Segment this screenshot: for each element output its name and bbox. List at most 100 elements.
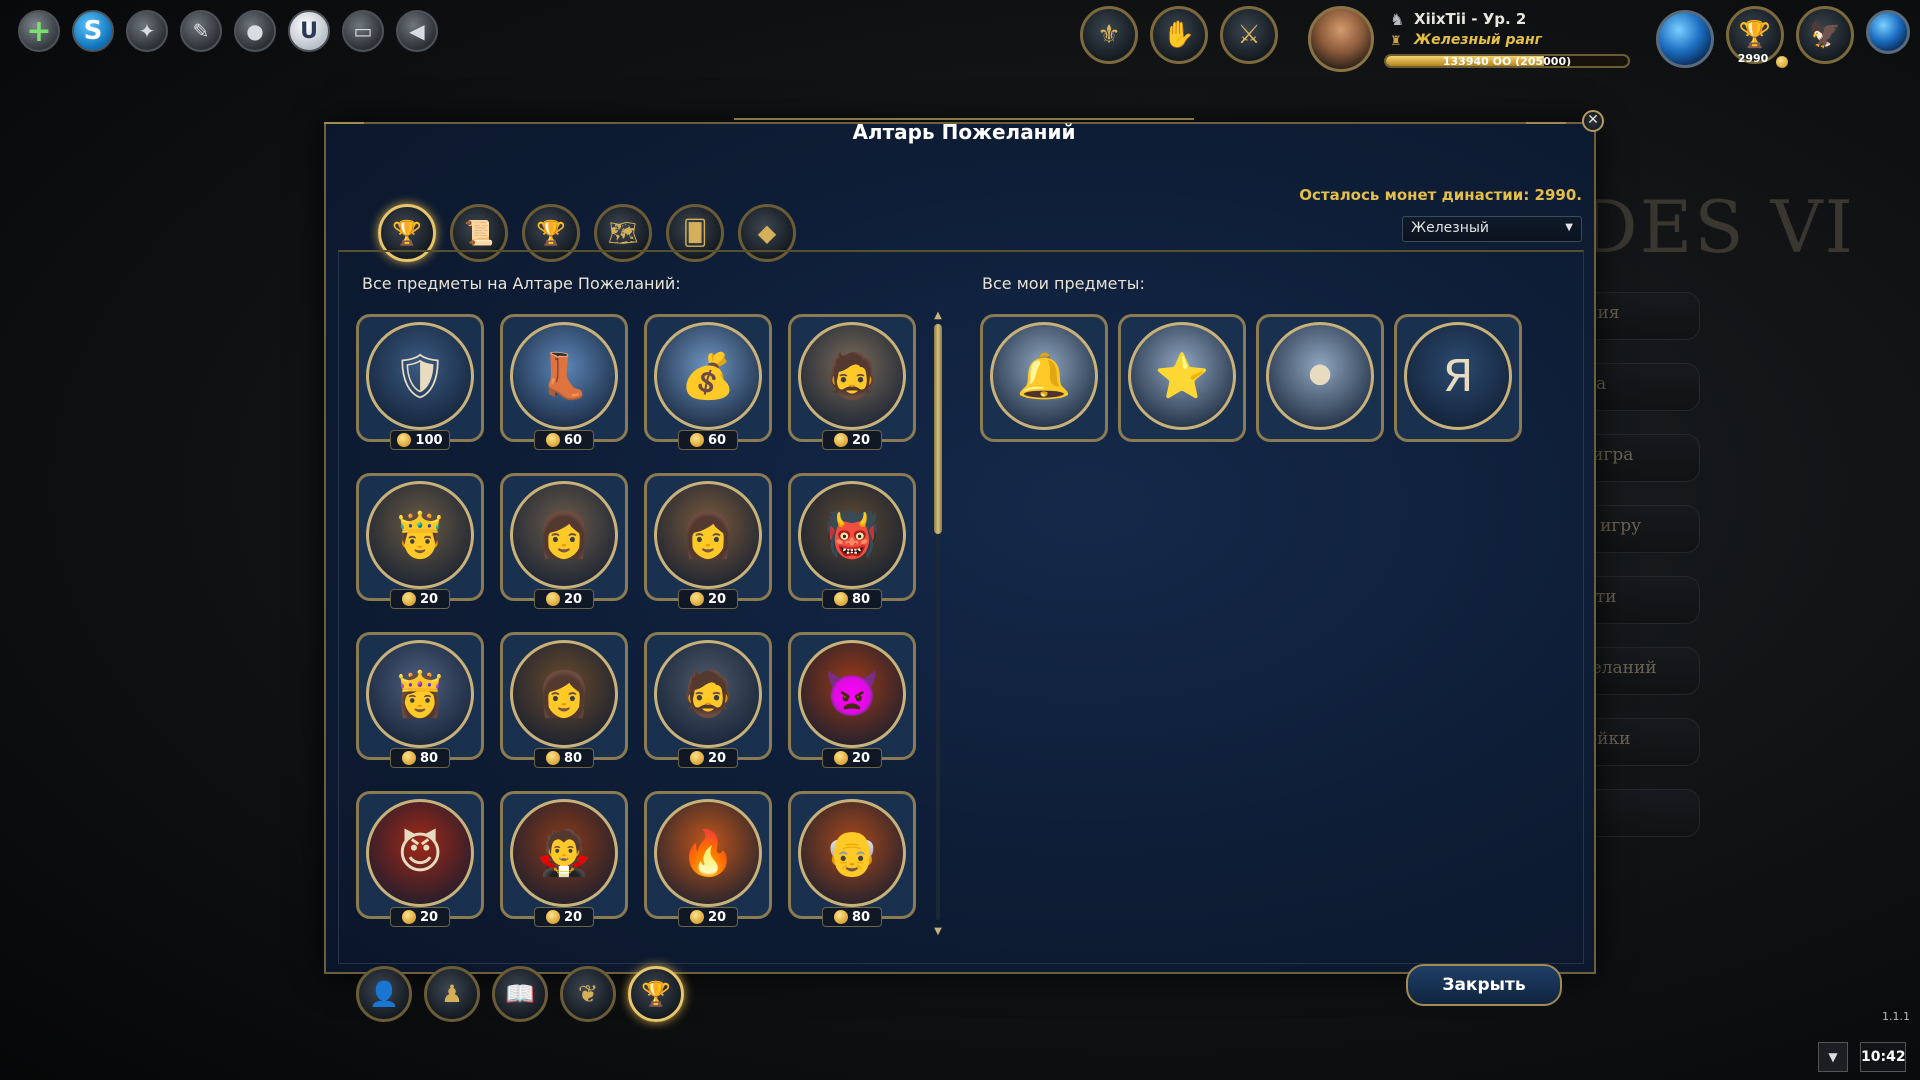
book-icon[interactable]: 📖 <box>492 966 548 1022</box>
hero-demon-horned-icon: 👿 <box>798 640 906 748</box>
item-price-value: 20 <box>851 432 871 448</box>
hero-blond-knight-icon: 🤴 <box>366 481 474 589</box>
scroll-down-icon[interactable]: ▼ <box>932 926 944 938</box>
item-price-value: 100 <box>415 432 443 448</box>
coin-icon <box>401 910 416 924</box>
dialog-close-icon[interactable]: ✕ <box>1582 110 1604 132</box>
item-price-value: 60 <box>707 432 727 448</box>
coin-icon <box>401 592 416 606</box>
hero-bald-elder[interactable]: 👴 80 <box>788 791 916 927</box>
item-price: 20 <box>534 907 594 927</box>
pen-icon[interactable]: ✎ <box>180 10 222 52</box>
top-left-toolbar: + S ✦ ✎ ● U ▭ ◀ <box>18 10 438 52</box>
coin-icon <box>545 751 560 765</box>
clock: 10:42 <box>1860 1042 1906 1072</box>
chevron-down-icon[interactable]: ▼ <box>1818 1042 1848 1072</box>
notes-icon[interactable]: ▭ <box>342 10 384 52</box>
crozier-star-item[interactable]: ⭐ <box>1118 314 1246 442</box>
hero-orc-warrior-icon: 👹 <box>798 481 906 589</box>
rank-filter-dropdown[interactable]: Железный ▼ <box>1402 216 1582 242</box>
hero-orc-warrior[interactable]: 👹 80 <box>788 473 916 609</box>
item-price: 20 <box>822 430 882 450</box>
hero-hooded-priestess[interactable]: 👸 80 <box>356 632 484 768</box>
item-price-value: 20 <box>419 909 439 925</box>
hero-ranger-woman-icon: 👩 <box>654 481 762 589</box>
item-price: 20 <box>534 589 594 609</box>
hero-bald-elder-icon: 👴 <box>798 799 906 907</box>
army-icon[interactable]: ♟ <box>424 966 480 1022</box>
battle-icon[interactable]: ⚔ <box>1220 6 1278 64</box>
player-rank: Железный ранг <box>1414 32 1542 48</box>
coin-icon <box>1776 56 1788 68</box>
coin-icon <box>833 433 848 447</box>
griffin-download-icon[interactable]: 🦅 <box>1796 6 1854 64</box>
hero-dark-warrior[interactable]: 🧛 20 <box>500 791 628 927</box>
hero-succubus[interactable]: 😈 20 <box>356 791 484 927</box>
altar-of-wishes-dialog: Алтарь Пожеланий ✕ Осталось монет династ… <box>324 110 1604 974</box>
world-globe-icon[interactable] <box>1656 10 1714 68</box>
item-price: 80 <box>822 907 882 927</box>
player-avatar[interactable] <box>1308 6 1374 72</box>
uplay-icon[interactable]: U <box>288 10 330 52</box>
winged-boot-item-icon: 👢 <box>510 322 618 430</box>
hero-dark-haired-woman-icon: 👩 <box>510 640 618 748</box>
altar-items-scrollbar[interactable]: ▲ ▼ <box>932 310 944 938</box>
my-items-list: 🔔 ⭐ ⚫ Я <box>980 314 1522 442</box>
hero-woman-knight-icon: 👩 <box>510 481 618 589</box>
hero-bald-warrior[interactable]: 🧔 20 <box>788 314 916 450</box>
hero-blond-knight[interactable]: 🤴 20 <box>356 473 484 609</box>
item-price: 20 <box>390 907 450 927</box>
item-price-value: 80 <box>563 750 583 766</box>
dialog-corner-ornament <box>1526 122 1566 136</box>
hero-demon-horned[interactable]: 👿 20 <box>788 632 916 768</box>
gold-coins-item[interactable]: 💰 60 <box>644 314 772 450</box>
hero-woman-knight[interactable]: 👩 20 <box>500 473 628 609</box>
armor-item[interactable]: 🛡 100 <box>356 314 484 450</box>
scroll-thumb[interactable] <box>934 324 942 534</box>
dialog-title: Алтарь Пожеланий <box>852 120 1076 144</box>
hero-fire-woman[interactable]: 🔥 20 <box>644 791 772 927</box>
item-price: 20 <box>390 589 450 609</box>
spiked-orb-item[interactable]: ⚫ <box>1256 314 1384 442</box>
winged-boot-item[interactable]: 👢 60 <box>500 314 628 450</box>
hero-dark-haired-woman[interactable]: 👩 80 <box>500 632 628 768</box>
altar-icon[interactable]: 🏆 <box>628 966 684 1022</box>
laurel-icon[interactable]: ❦ <box>560 966 616 1022</box>
close-button[interactable]: Закрыть <box>1406 964 1562 1006</box>
hero-bust-icon[interactable]: 👤 <box>356 966 412 1022</box>
bell-shovel-item-icon: 🔔 <box>990 322 1098 430</box>
hero-dark-warrior-icon: 🧛 <box>510 799 618 907</box>
faction-icon[interactable]: ⚜ <box>1080 6 1138 64</box>
hero-ranger-woman[interactable]: 👩 20 <box>644 473 772 609</box>
coin-icon <box>689 751 704 765</box>
hero-fire-woman-icon: 🔥 <box>654 799 762 907</box>
hero-bearded-man[interactable]: 🧔 20 <box>644 632 772 768</box>
online-globe-icon[interactable] <box>1866 10 1910 54</box>
add-icon[interactable]: + <box>18 10 60 52</box>
item-price-value: 20 <box>419 591 439 607</box>
coin-icon <box>689 910 704 924</box>
letter-a-card-item[interactable]: Я <box>1394 314 1522 442</box>
my-items-label: Все мои предметы: <box>982 274 1145 293</box>
coin-icon <box>833 910 848 924</box>
scroll-up-icon[interactable]: ▲ <box>932 310 944 322</box>
spiked-orb-item-icon: ⚫ <box>1266 322 1374 430</box>
chat-icon[interactable]: ● <box>234 10 276 52</box>
coin-icon <box>833 592 848 606</box>
item-price-value: 20 <box>707 591 727 607</box>
version-label: 1.1.1 <box>1882 1010 1910 1023</box>
skills-icon[interactable]: ✋ <box>1150 6 1208 64</box>
altar-items-label: Все предметы на Алтаре Пожеланий: <box>362 274 681 293</box>
skype-icon[interactable]: S <box>72 10 114 52</box>
player-panel: ♞ XiixTii - Ур. 2 ♜ Железный ранг 133940… <box>1378 8 1630 70</box>
bell-shovel-item[interactable]: 🔔 <box>980 314 1108 442</box>
network-icon[interactable]: ✦ <box>126 10 168 52</box>
coin-icon <box>401 751 416 765</box>
coins-remaining-text: Осталось монет династии: 2990. <box>1299 186 1582 204</box>
letter-a-card-item-icon: Я <box>1404 322 1512 430</box>
player-name: XiixTii - Ур. 2 <box>1414 10 1527 28</box>
coin-icon <box>545 433 560 447</box>
item-price: 80 <box>390 748 450 768</box>
item-price-value: 20 <box>707 909 727 925</box>
announce-icon[interactable]: ◀ <box>396 10 438 52</box>
